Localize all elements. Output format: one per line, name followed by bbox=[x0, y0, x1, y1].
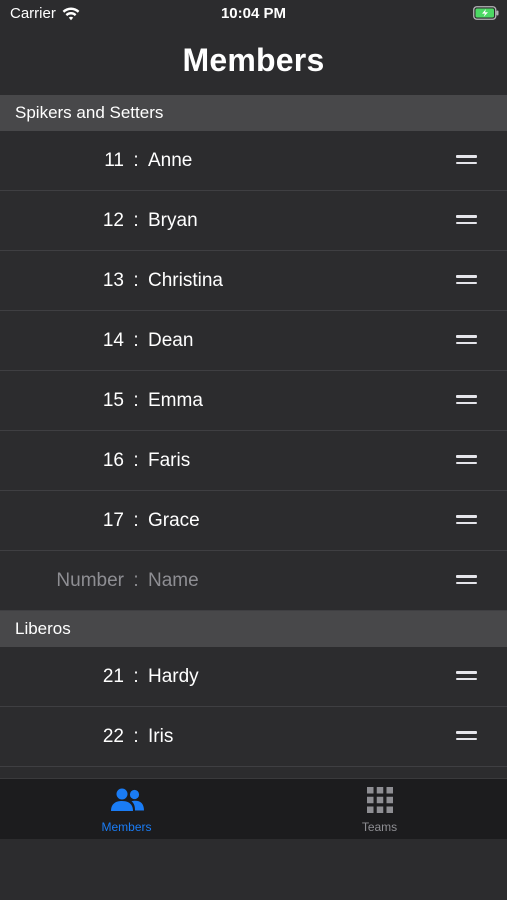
member-number[interactable]: 17 bbox=[0, 510, 124, 532]
list-item[interactable]: 12 : Bryan bbox=[0, 191, 507, 251]
member-number[interactable]: 14 bbox=[0, 330, 124, 352]
member-name[interactable]: Grace bbox=[148, 510, 200, 532]
tab-bar: Members Teams bbox=[0, 778, 507, 839]
member-number[interactable]: 12 bbox=[0, 210, 124, 232]
people-icon bbox=[110, 788, 144, 811]
member-number[interactable]: 13 bbox=[0, 270, 124, 292]
separator: : bbox=[133, 725, 139, 747]
list-item[interactable]: 21 : Hardy bbox=[0, 647, 507, 707]
home-indicator-area bbox=[0, 839, 507, 900]
member-name[interactable]: Anne bbox=[148, 150, 192, 172]
member-number[interactable]: 11 bbox=[0, 150, 124, 172]
section-title: Liberos bbox=[15, 619, 71, 638]
member-number[interactable]: 16 bbox=[0, 450, 124, 472]
member-name[interactable]: Emma bbox=[148, 390, 203, 412]
list-item[interactable]: 11 : Anne bbox=[0, 131, 507, 191]
list-item[interactable]: 17 : Grace bbox=[0, 491, 507, 551]
members-list[interactable]: Spikers and Setters 11 : Anne 12 : Bryan… bbox=[0, 95, 507, 778]
tab-teams[interactable]: Teams bbox=[253, 779, 506, 839]
member-name[interactable]: Christina bbox=[148, 270, 223, 292]
section-header-spikers-setters: Spikers and Setters bbox=[0, 95, 507, 131]
name-input[interactable]: Name bbox=[148, 570, 199, 592]
reorder-handle-icon[interactable] bbox=[456, 671, 477, 683]
member-number[interactable]: 22 bbox=[0, 726, 124, 748]
member-name[interactable]: Iris bbox=[148, 726, 173, 748]
reorder-handle-icon[interactable] bbox=[456, 731, 477, 743]
member-name[interactable]: Bryan bbox=[148, 210, 198, 232]
separator: : bbox=[133, 209, 139, 231]
reorder-handle-icon[interactable] bbox=[456, 275, 477, 287]
separator: : bbox=[133, 329, 139, 351]
list-item[interactable] bbox=[0, 767, 507, 778]
battery-charging-icon bbox=[473, 6, 499, 20]
separator: : bbox=[133, 449, 139, 471]
nav-header: Members bbox=[0, 30, 507, 95]
status-time: 10:04 PM bbox=[220, 5, 287, 22]
number-input[interactable]: Number bbox=[0, 570, 124, 592]
list-item[interactable]: 14 : Dean bbox=[0, 311, 507, 371]
reorder-handle-icon[interactable] bbox=[456, 575, 477, 587]
reorder-handle-icon[interactable] bbox=[456, 515, 477, 527]
member-number[interactable]: 15 bbox=[0, 390, 124, 412]
list-item[interactable]: 13 : Christina bbox=[0, 251, 507, 311]
list-item[interactable]: 22 : Iris bbox=[0, 707, 507, 767]
tab-label: Teams bbox=[361, 820, 398, 834]
tab-label: Members bbox=[101, 820, 152, 834]
member-name[interactable]: Hardy bbox=[148, 666, 199, 688]
separator: : bbox=[133, 269, 139, 291]
reorder-handle-icon[interactable] bbox=[456, 395, 477, 407]
member-name[interactable]: Faris bbox=[148, 450, 190, 472]
separator: : bbox=[133, 509, 139, 531]
reorder-handle-icon[interactable] bbox=[456, 155, 477, 167]
status-bar: Carrier 10:04 PM bbox=[0, 0, 507, 30]
grid-icon bbox=[366, 787, 393, 813]
separator: : bbox=[133, 569, 139, 591]
section-title: Spikers and Setters bbox=[15, 103, 164, 122]
member-name[interactable]: Dean bbox=[148, 330, 193, 352]
new-member-row[interactable]: Number : Name bbox=[0, 551, 507, 611]
list-item[interactable]: 15 : Emma bbox=[0, 371, 507, 431]
list-item[interactable]: 16 : Faris bbox=[0, 431, 507, 491]
reorder-handle-icon[interactable] bbox=[456, 455, 477, 467]
tab-members[interactable]: Members bbox=[0, 779, 253, 839]
reorder-handle-icon[interactable] bbox=[456, 215, 477, 227]
member-number[interactable]: 21 bbox=[0, 666, 124, 688]
separator: : bbox=[133, 389, 139, 411]
separator: : bbox=[133, 665, 139, 687]
reorder-handle-icon[interactable] bbox=[456, 335, 477, 347]
separator: : bbox=[133, 149, 139, 171]
page-title: Members bbox=[182, 42, 325, 78]
section-header-liberos: Liberos bbox=[0, 611, 507, 647]
